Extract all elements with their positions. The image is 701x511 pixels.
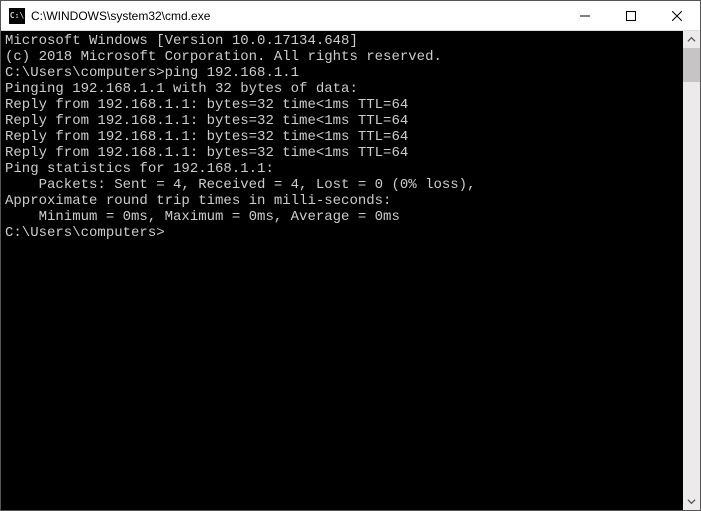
window-title: C:\WINDOWS\system32\cmd.exe [31, 9, 562, 23]
output-line: Approximate round trip times in milli-se… [5, 193, 679, 209]
command-text: ping 192.168.1.1 [165, 65, 299, 81]
close-button[interactable] [654, 1, 700, 30]
scroll-down-button[interactable] [683, 493, 700, 510]
window-titlebar: C:\ C:\WINDOWS\system32\cmd.exe [1, 1, 700, 31]
output-line: Reply from 192.168.1.1: bytes=32 time<1m… [5, 113, 679, 129]
scrollbar-track[interactable] [683, 48, 700, 493]
minimize-icon [580, 11, 590, 21]
vertical-scrollbar[interactable] [683, 31, 700, 510]
scroll-up-button[interactable] [683, 31, 700, 48]
output-line: Reply from 192.168.1.1: bytes=32 time<1m… [5, 129, 679, 145]
output-line: Reply from 192.168.1.1: bytes=32 time<1m… [5, 97, 679, 113]
output-line: Pinging 192.168.1.1 with 32 bytes of dat… [5, 81, 679, 97]
console-output[interactable]: Microsoft Windows [Version 10.0.17134.64… [1, 31, 683, 510]
maximize-icon [626, 11, 636, 21]
chevron-up-icon [687, 35, 696, 44]
console-area: Microsoft Windows [Version 10.0.17134.64… [1, 31, 700, 510]
output-line: Ping statistics for 192.168.1.1: [5, 161, 679, 177]
scrollbar-thumb[interactable] [683, 48, 700, 82]
prompt-line: C:\Users\computers>ping 192.168.1.1 [5, 65, 679, 81]
output-line: (c) 2018 Microsoft Corporation. All righ… [5, 49, 679, 65]
output-line: Minimum = 0ms, Maximum = 0ms, Average = … [5, 209, 679, 225]
window-controls [562, 1, 700, 30]
prompt-prefix: C:\Users\computers> [5, 65, 165, 81]
minimize-button[interactable] [562, 1, 608, 30]
prompt-prefix: C:\Users\computers> [5, 225, 165, 241]
prompt-line: C:\Users\computers> [5, 225, 679, 241]
cmd-icon: C:\ [9, 8, 25, 24]
maximize-button[interactable] [608, 1, 654, 30]
chevron-down-icon [687, 497, 696, 506]
output-line: Reply from 192.168.1.1: bytes=32 time<1m… [5, 145, 679, 161]
output-line: Packets: Sent = 4, Received = 4, Lost = … [5, 177, 679, 193]
output-line: Microsoft Windows [Version 10.0.17134.64… [5, 33, 679, 49]
close-icon [672, 11, 682, 21]
